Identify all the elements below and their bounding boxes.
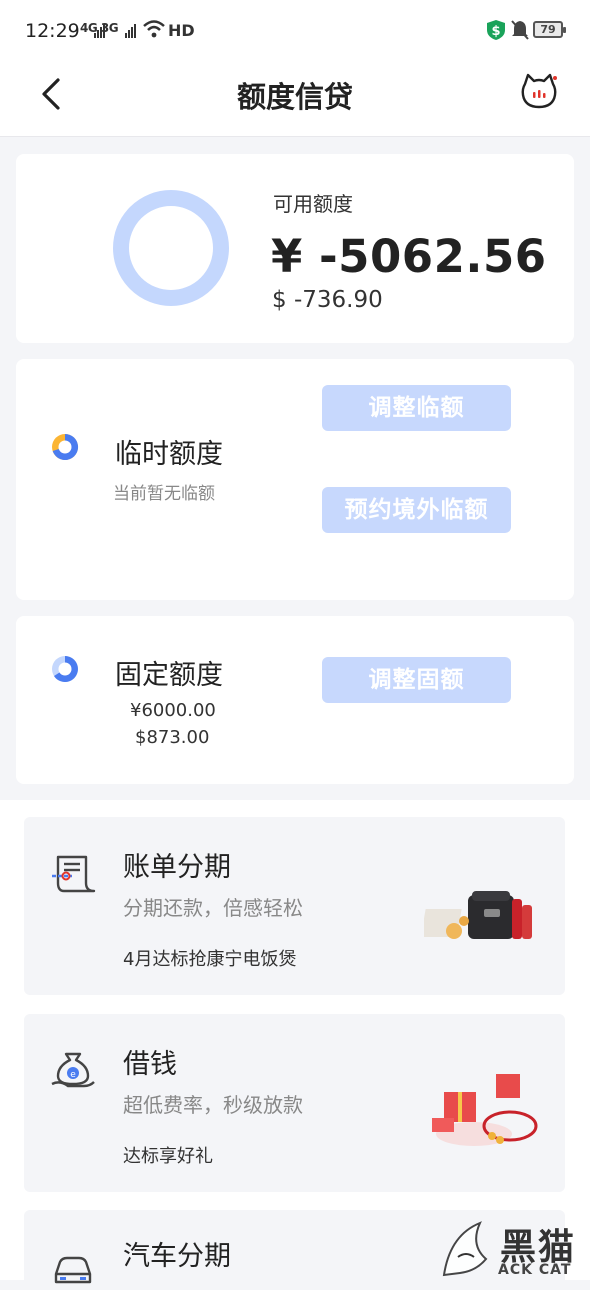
money-bag-icon: e (51, 1052, 95, 1088)
service-title: 汽车分期 (123, 1241, 231, 1272)
pie-chart-icon (52, 656, 78, 682)
rice-cooker-image (424, 891, 532, 939)
hd-indicator: HD (168, 21, 195, 40)
service-borrow[interactable]: e 借钱 超低费率，秒级放款 达标享好礼 (24, 1014, 565, 1192)
service-title: 借钱 (123, 1049, 177, 1080)
fixed-credit-usd: $873.00 (135, 727, 210, 748)
available-credit-usd: $ -736.90 (272, 287, 383, 313)
temporary-credit-status: 当前暂无临额 (113, 484, 215, 504)
battery-indicator: 79 (533, 21, 566, 38)
adjust-temporary-button[interactable]: 调整临额 (322, 385, 511, 431)
adjust-fixed-button[interactable]: 调整固额 (322, 657, 511, 703)
available-credit-label: 可用额度 (273, 192, 353, 216)
temporary-credit-title: 临时额度 (115, 439, 223, 470)
fixed-credit-title: 固定额度 (115, 660, 223, 691)
page-title: 额度信贷 (236, 80, 353, 114)
service-desc: 超低费率，秒级放款 (123, 1093, 303, 1117)
status-bar: 12:29 4G 3G HD $ 79 (0, 0, 590, 60)
watermark-subtext: ACK CAT (498, 1262, 572, 1278)
fixed-credit-cny: ¥6000.00 (130, 700, 216, 721)
signal-icon (94, 24, 105, 38)
svg-text:e: e (70, 1070, 76, 1080)
mute-bell-icon (511, 20, 529, 40)
available-credit-card: 可用额度 ¥ -5062.56 $ -736.90 (16, 154, 574, 343)
car-icon (54, 1256, 92, 1284)
signal-icon-2 (125, 24, 136, 38)
fixed-credit-card: 固定额度 ¥6000.00 $873.00 调整固额 (16, 616, 574, 784)
overseas-temporary-button[interactable]: 预约境外临额 (322, 487, 511, 533)
nav-bar: 额度信贷 (0, 60, 590, 137)
temporary-credit-card: 临时额度 当前暂无临额 调整临额 预约境外临额 (16, 359, 574, 600)
service-title: 账单分期 (123, 852, 231, 883)
services-section: 账单分期 分期还款，倍感轻松 4月达标抢康宁电饭煲 e 借钱 超低费率，秒级放款… (0, 800, 590, 1284)
pie-chart-icon (52, 433, 79, 460)
bill-installment-icon (52, 855, 96, 893)
service-bill-installment[interactable]: 账单分期 分期还款，倍感轻松 4月达标抢康宁电饭煲 (24, 817, 565, 995)
available-credit-cny: ¥ -5062.56 (271, 230, 547, 283)
wifi-icon (143, 20, 165, 38)
service-promo: 4月达标抢康宁电饭煲 (123, 949, 297, 970)
service-desc: 分期还款，倍感轻松 (123, 896, 303, 920)
status-time: 12:29 (25, 20, 80, 42)
service-promo: 达标享好礼 (123, 1146, 213, 1167)
security-shield-icon: $ (487, 20, 505, 40)
credit-ring-chart (113, 190, 229, 306)
gift-image (432, 1074, 538, 1146)
svg-text:$: $ (491, 24, 500, 39)
cat-service-icon[interactable] (520, 72, 558, 110)
